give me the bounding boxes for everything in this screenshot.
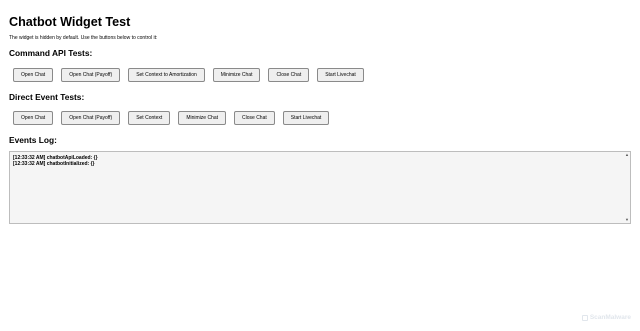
cmd-set-context-amortization-button[interactable]: Set Context to Amortization — [128, 68, 205, 82]
scroll-up-icon[interactable]: ▲ — [625, 153, 629, 157]
evt-minimize-chat-button[interactable]: Minimize Chat — [178, 111, 227, 125]
evt-close-chat-button[interactable]: Close Chat — [234, 111, 275, 125]
log-entry: [12:33:32 AM] chatbotInitialized: {} — [13, 161, 95, 167]
cmd-start-livechat-button[interactable]: Start Livechat — [317, 68, 364, 82]
watermark: ScanMalware — [581, 314, 631, 321]
command-api-button-row: Open Chat Open Chat (Payoff) Set Context… — [13, 68, 364, 82]
events-log-scrollbar[interactable]: ▲ ▼ — [625, 152, 630, 223]
direct-event-button-row: Open Chat Open Chat (Payoff) Set Context… — [13, 111, 330, 125]
evt-set-context-button[interactable]: Set Context — [128, 111, 171, 125]
direct-event-heading: Direct Event Tests: — [9, 92, 85, 102]
evt-start-livechat-button[interactable]: Start Livechat — [282, 111, 330, 125]
watermark-text: ScanMalware — [589, 314, 631, 321]
evt-open-chat-payoff-button[interactable]: Open Chat (Payoff) — [61, 111, 121, 125]
cmd-open-chat-payoff-button[interactable]: Open Chat (Payoff) — [61, 68, 121, 82]
cmd-minimize-chat-button[interactable]: Minimize Chat — [212, 68, 261, 82]
cmd-close-chat-button[interactable]: Close Chat — [268, 68, 310, 82]
events-log-box[interactable]: [12:33:32 AM] chatbotApiLoaded: {} [12:3… — [9, 151, 631, 224]
scroll-down-icon[interactable]: ▼ — [625, 218, 629, 222]
command-api-heading: Command API Tests: — [9, 48, 93, 58]
evt-open-chat-button[interactable]: Open Chat — [13, 111, 54, 125]
page-title: Chatbot Widget Test — [9, 15, 131, 29]
events-log-entries: [12:33:32 AM] chatbotApiLoaded: {} [12:3… — [13, 155, 98, 167]
scan-icon — [581, 314, 588, 321]
cmd-open-chat-button[interactable]: Open Chat — [13, 68, 54, 82]
intro-text: The widget is hidden by default. Use the… — [9, 35, 158, 41]
events-log-heading: Events Log: — [9, 135, 57, 145]
